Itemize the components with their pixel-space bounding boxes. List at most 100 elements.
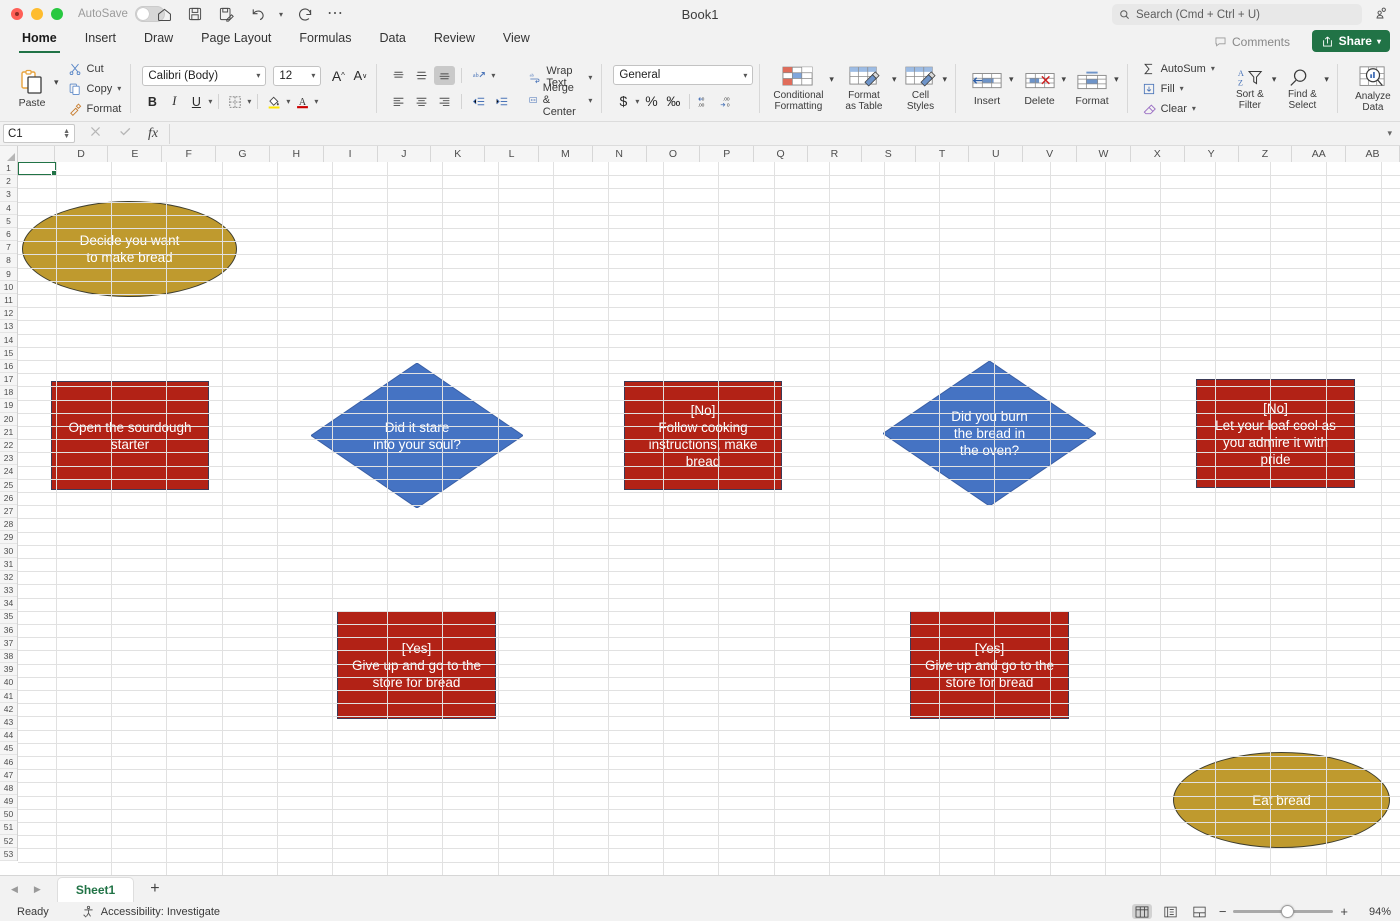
column-header-S[interactable]: S <box>861 146 916 162</box>
insert-cells-dropdown-icon[interactable]: ▾ <box>1009 74 1014 85</box>
flowchart-shape-loaf-cool-rect[interactable]: [No] Let your loaf cool as you admire it… <box>1196 379 1355 488</box>
row-header-2[interactable]: 2 <box>0 175 17 189</box>
cell-area[interactable]: Decide you want to make bread Open the so… <box>18 162 1400 875</box>
row-header-14[interactable]: 14 <box>0 333 17 347</box>
accessibility-status[interactable]: Accessibility: Investigate <box>82 905 220 918</box>
row-header-52[interactable]: 52 <box>0 834 17 848</box>
borders-button[interactable] <box>225 92 245 112</box>
increase-font-size-button[interactable]: A ^ <box>328 66 348 86</box>
row-header-28[interactable]: 28 <box>0 518 17 532</box>
row-header-5[interactable]: 5 <box>0 214 17 228</box>
next-sheet-icon[interactable]: ▶ <box>34 884 41 895</box>
align-right-button[interactable] <box>434 92 455 111</box>
insert-cells-button[interactable]: Insert <box>965 70 1009 107</box>
column-header-AA[interactable]: AA <box>1292 146 1347 162</box>
column-header-I[interactable]: I <box>323 146 378 162</box>
row-header-10[interactable]: 10 <box>0 280 17 294</box>
row-header-48[interactable]: 48 <box>0 781 17 795</box>
column-header-U[interactable]: U <box>969 146 1024 162</box>
number-format-select[interactable]: General ▾ <box>613 65 754 85</box>
column-header-T[interactable]: T <box>915 146 970 162</box>
currency-format-button[interactable]: $ <box>613 91 633 111</box>
row-header-1[interactable]: 1 <box>0 162 17 176</box>
format-cells-button[interactable]: Format <box>1070 70 1114 107</box>
format-as-table-dropdown-icon[interactable]: ▾ <box>892 74 897 85</box>
italic-button[interactable]: I <box>164 92 184 112</box>
cut-button[interactable]: Cut <box>65 60 125 78</box>
flowchart-shape-open-starter-rect[interactable]: Open the sourdough starter <box>51 381 209 490</box>
row-header-50[interactable]: 50 <box>0 808 17 822</box>
cell-styles-dropdown-icon[interactable]: ▾ <box>942 74 947 85</box>
copy-dropdown-icon[interactable]: ▾ <box>117 84 121 93</box>
column-header-R[interactable]: R <box>808 146 862 162</box>
tab-page-layout[interactable]: Page Layout <box>187 29 285 53</box>
share-button[interactable]: Share ▾ <box>1311 30 1390 52</box>
column-header-C[interactable] <box>17 146 55 162</box>
chevron-down-icon[interactable]: ▾ <box>743 71 747 80</box>
find-select-button[interactable]: Find & Select <box>1280 67 1324 111</box>
increase-indent-button[interactable] <box>491 92 512 111</box>
fill-color-dropdown-icon[interactable]: ▾ <box>286 97 290 106</box>
format-cells-dropdown-icon[interactable]: ▾ <box>1114 74 1119 85</box>
conditional-formatting-dropdown-icon[interactable]: ▾ <box>829 74 834 85</box>
row-header-45[interactable]: 45 <box>0 742 17 756</box>
zoom-slider[interactable]: − + <box>1219 904 1348 919</box>
column-headers[interactable]: D E F G H I J K L M N O P Q R S T U V W X Y Z AA AB <box>0 146 1400 162</box>
decrease-decimal-button[interactable]: .00 0 <box>718 91 738 111</box>
column-header-J[interactable]: J <box>377 146 432 162</box>
cancel-entry-icon[interactable] <box>89 125 102 143</box>
clear-dropdown-icon[interactable]: ▾ <box>1192 104 1196 113</box>
zoom-thumb[interactable] <box>1281 904 1295 918</box>
row-header-21[interactable]: 21 <box>0 425 17 439</box>
row-header-3[interactable]: 3 <box>0 188 17 202</box>
row-header-44[interactable]: 44 <box>0 729 17 743</box>
confirm-entry-icon[interactable] <box>118 124 132 143</box>
chevron-down-icon[interactable]: ▾ <box>256 71 260 80</box>
row-header-42[interactable]: 42 <box>0 702 17 716</box>
column-header-N[interactable]: N <box>592 146 647 162</box>
row-header-20[interactable]: 20 <box>0 412 17 426</box>
tab-formulas[interactable]: Formulas <box>285 29 365 53</box>
format-as-table-button[interactable]: Format as Table <box>838 65 890 112</box>
font-color-dropdown-icon[interactable]: ▾ <box>314 97 318 106</box>
copy-button[interactable]: Copy ▾ <box>65 80 125 98</box>
row-header-40[interactable]: 40 <box>0 676 17 690</box>
zoom-out-button[interactable]: − <box>1219 904 1227 919</box>
tab-draw[interactable]: Draw <box>130 29 187 53</box>
bold-button[interactable]: B <box>142 92 162 112</box>
fill-button[interactable]: Fill ▾ <box>1139 80 1218 98</box>
column-header-X[interactable]: X <box>1130 146 1185 162</box>
column-header-E[interactable]: E <box>108 146 163 162</box>
tab-view[interactable]: View <box>489 29 544 53</box>
row-header-47[interactable]: 47 <box>0 768 17 782</box>
add-sheet-button[interactable]: + <box>150 880 159 898</box>
orientation-button[interactable]: ab <box>468 66 489 85</box>
autosum-dropdown-icon[interactable]: ▾ <box>1211 64 1215 73</box>
column-header-Z[interactable]: Z <box>1238 146 1293 162</box>
sheet-tab-sheet1[interactable]: Sheet1 <box>56 876 135 902</box>
comma-format-button[interactable]: ‰ <box>663 91 683 111</box>
row-header-38[interactable]: 38 <box>0 649 17 664</box>
clear-button[interactable]: Clear ▾ <box>1139 100 1218 118</box>
percent-format-button[interactable]: % <box>641 91 661 111</box>
row-header-25[interactable]: 25 <box>0 478 17 492</box>
paste-dropdown-icon[interactable]: ▾ <box>54 77 59 88</box>
column-header-AB[interactable]: AB <box>1346 146 1400 162</box>
selected-cell[interactable] <box>18 162 58 178</box>
wrap-text-dropdown-icon[interactable]: ▾ <box>588 73 592 82</box>
row-header-17[interactable]: 17 <box>0 373 17 387</box>
row-header-23[interactable]: 23 <box>0 452 17 466</box>
format-painter-button[interactable]: Format <box>65 100 125 118</box>
sort-filter-button[interactable]: A Z Sort & Filter <box>1228 67 1272 111</box>
align-bottom-button[interactable] <box>434 66 456 85</box>
decrease-font-size-button[interactable]: A ∨ <box>350 66 370 86</box>
zoom-in-button[interactable]: + <box>1340 904 1348 919</box>
decrease-indent-button[interactable] <box>468 92 489 111</box>
align-center-button[interactable] <box>411 92 432 111</box>
row-header-51[interactable]: 51 <box>0 821 17 835</box>
merge-center-button[interactable]: Merge & Center ▾ <box>526 82 595 118</box>
align-middle-button[interactable] <box>411 66 432 85</box>
conditional-formatting-button[interactable]: Conditional Formatting <box>769 65 827 112</box>
row-header-31[interactable]: 31 <box>0 557 17 571</box>
row-header-34[interactable]: 34 <box>0 597 17 611</box>
